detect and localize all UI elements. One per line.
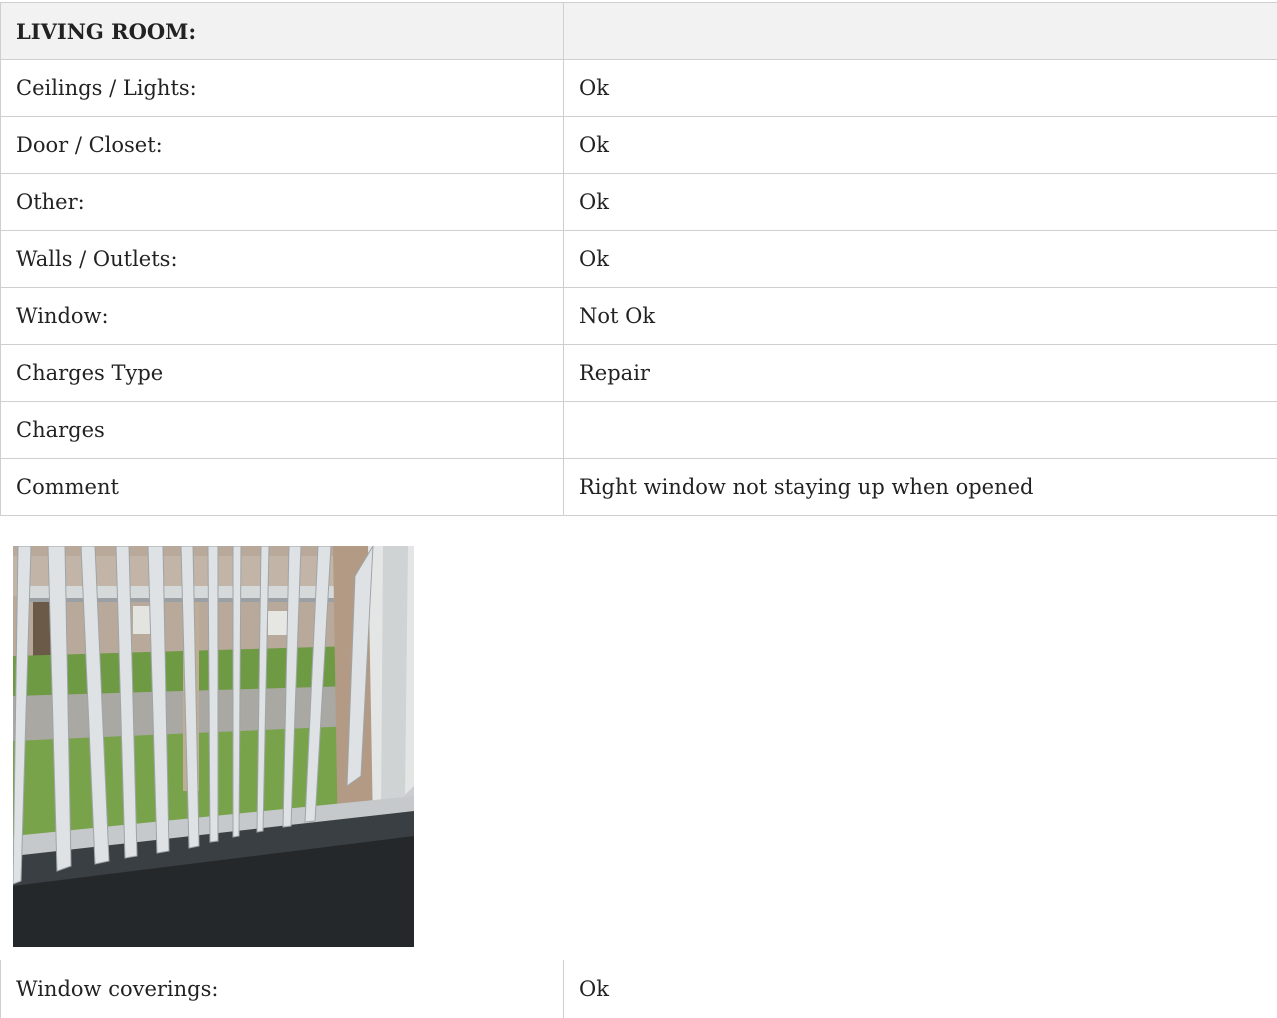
row-value: Not Ok [563, 287, 1277, 345]
window-photo-image [13, 546, 414, 947]
row-value: Ok [563, 173, 1277, 231]
window-photo[interactable] [13, 546, 414, 947]
row-label: Charges Type [0, 344, 564, 402]
row-value: Repair [563, 344, 1277, 402]
table-row: Walls / Outlets: Ok [0, 230, 1277, 288]
row-value: Ok [563, 59, 1277, 117]
row-value: Ok [563, 230, 1277, 288]
section-value [563, 2, 1277, 60]
row-value: Ok [563, 116, 1277, 174]
row-label: Other: [0, 173, 564, 231]
table-row: Comment Right window not staying up when… [0, 458, 1277, 516]
section-header-row: LIVING ROOM: [0, 2, 1277, 60]
row-label: Ceilings / Lights: [0, 59, 564, 117]
row-value: Ok [563, 960, 1277, 1018]
inspection-table: LIVING ROOM: Ceilings / Lights: Ok Door … [0, 2, 1277, 516]
row-label: Walls / Outlets: [0, 230, 564, 288]
table-row: Charges Type Repair [0, 344, 1277, 402]
table-row: Door / Closet: Ok [0, 116, 1277, 174]
row-label: Window coverings: [0, 960, 564, 1018]
inspection-table-continued: Window coverings: Ok [0, 960, 1277, 1018]
section-title: LIVING ROOM: [0, 2, 564, 60]
row-value: Right window not staying up when opened [563, 458, 1277, 516]
table-row: Window: Not Ok [0, 287, 1277, 345]
table-row: Other: Ok [0, 173, 1277, 231]
row-value [563, 401, 1277, 459]
row-label: Door / Closet: [0, 116, 564, 174]
row-label: Comment [0, 458, 564, 516]
table-row: Charges [0, 401, 1277, 459]
row-label: Window: [0, 287, 564, 345]
row-label: Charges [0, 401, 564, 459]
table-row: Window coverings: Ok [0, 960, 1277, 1018]
table-row: Ceilings / Lights: Ok [0, 59, 1277, 117]
